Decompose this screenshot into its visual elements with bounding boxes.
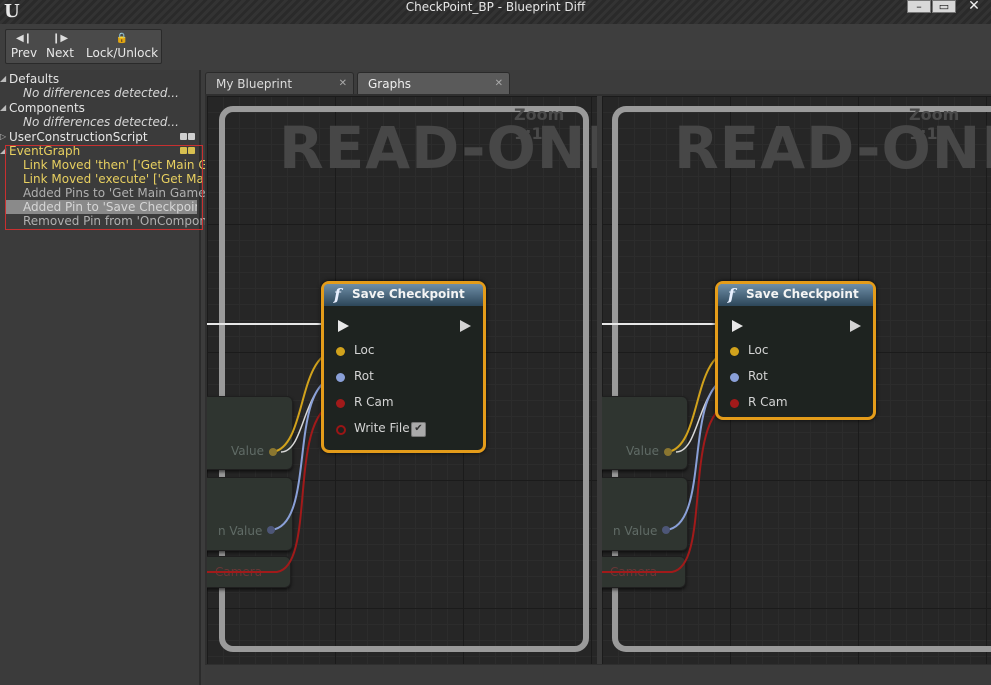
save-checkpoint-node[interactable]: f Save Checkpoint Loc Rot R Cam: [715, 281, 876, 420]
expanded-triangle-icon[interactable]: ◢: [0, 101, 9, 115]
tab-graphs[interactable]: Graphs ✕: [357, 72, 510, 94]
close-button[interactable]: ✕: [962, 0, 986, 13]
prev-arrow-icon: ◀❙: [15, 33, 33, 44]
tree-item-defaults[interactable]: ◢ Defaults: [0, 72, 199, 86]
node-header: f Save Checkpoint: [718, 284, 873, 306]
loc-pin-icon[interactable]: [336, 347, 345, 356]
toolbar-group: ◀❙ Prev ❙▶ Next 🔒 Lock/Unlock: [5, 29, 162, 64]
next-button[interactable]: ❙▶ Next: [46, 32, 74, 62]
title-bar: U CheckPoint_BP - Blueprint Diff – ▭ ✕: [0, 0, 991, 25]
diff-toolbar: ◀❙ Prev ❙▶ Next 🔒 Lock/Unlock: [0, 24, 991, 70]
diff-marker-icon: [179, 133, 195, 140]
eventgraph-highlight-box: [5, 145, 203, 230]
graph-pane-old[interactable]: Zoom 1:1 READ-ONLY Value n Value Camera …: [207, 96, 597, 664]
pin-label: R Cam: [354, 395, 394, 409]
write-file-pin-icon[interactable]: [336, 425, 346, 435]
pin-label: Loc: [748, 343, 769, 357]
exec-in-pin-icon[interactable]: [338, 320, 349, 332]
prev-button[interactable]: ◀❙ Prev: [10, 32, 38, 62]
tree-item-components-nodiff[interactable]: No differences detected...: [0, 115, 222, 129]
pin-label: Write File: [354, 421, 410, 435]
bottom-bar: [205, 665, 991, 685]
pin-label: Rot: [354, 369, 374, 383]
node-title: Save Checkpoint: [746, 287, 859, 301]
exec-in-pin-icon[interactable]: [732, 320, 743, 332]
maximize-button[interactable]: ▭: [932, 0, 956, 13]
window-title: CheckPoint_BP - Blueprint Diff: [405, 0, 586, 14]
save-checkpoint-node[interactable]: f Save Checkpoint Loc Rot R Cam Write Fi…: [321, 281, 486, 453]
pin-label: Rot: [748, 369, 768, 383]
rot-pin-icon[interactable]: [730, 373, 739, 382]
minimize-button[interactable]: –: [907, 0, 931, 13]
rot-pin-icon[interactable]: [336, 373, 345, 382]
tab-label: My Blueprint: [216, 77, 293, 91]
exec-out-pin-icon[interactable]: [850, 320, 861, 332]
lock-label: Lock/Unlock: [86, 46, 159, 60]
graph-pane-new[interactable]: Zoom 1:1 READ-ONLY Value n Value Camera …: [602, 96, 991, 664]
tab-strip: My Blueprint ✕ Graphs ✕: [205, 72, 991, 94]
node-header: f Save Checkpoint: [324, 284, 483, 306]
lock-icon: 🔒: [115, 33, 129, 44]
expanded-triangle-icon[interactable]: ◢: [0, 72, 9, 86]
loc-pin-icon[interactable]: [730, 347, 739, 356]
rcam-pin-icon[interactable]: [730, 399, 739, 408]
diff-tree: ◢ Defaults No differences detected... ◢ Co…: [0, 70, 222, 685]
pin-label: Loc: [354, 343, 375, 357]
node-title: Save Checkpoint: [352, 287, 465, 301]
tree-item-components[interactable]: ◢ Components: [0, 101, 199, 115]
tab-my-blueprint[interactable]: My Blueprint ✕: [205, 72, 354, 94]
next-label: Next: [46, 46, 74, 60]
close-tab-icon[interactable]: ✕: [495, 73, 503, 95]
lock-unlock-button[interactable]: 🔒 Lock/Unlock: [86, 32, 158, 62]
prev-label: Prev: [10, 46, 38, 60]
tree-item-defaults-nodiff[interactable]: No differences detected...: [0, 86, 222, 100]
write-file-checkbox[interactable]: ✔: [411, 422, 426, 437]
collapsed-triangle-icon[interactable]: ▷: [0, 130, 9, 144]
pin-label: R Cam: [748, 395, 788, 409]
close-tab-icon[interactable]: ✕: [339, 73, 347, 95]
next-arrow-icon: ❙▶: [51, 33, 69, 44]
exec-out-pin-icon[interactable]: [460, 320, 471, 332]
rcam-pin-icon[interactable]: [336, 399, 345, 408]
function-icon: f: [334, 285, 341, 304]
tab-label: Graphs: [368, 77, 412, 91]
function-icon: f: [728, 285, 735, 304]
tree-item-ucs[interactable]: ▷ UserConstructionScript: [0, 130, 199, 144]
